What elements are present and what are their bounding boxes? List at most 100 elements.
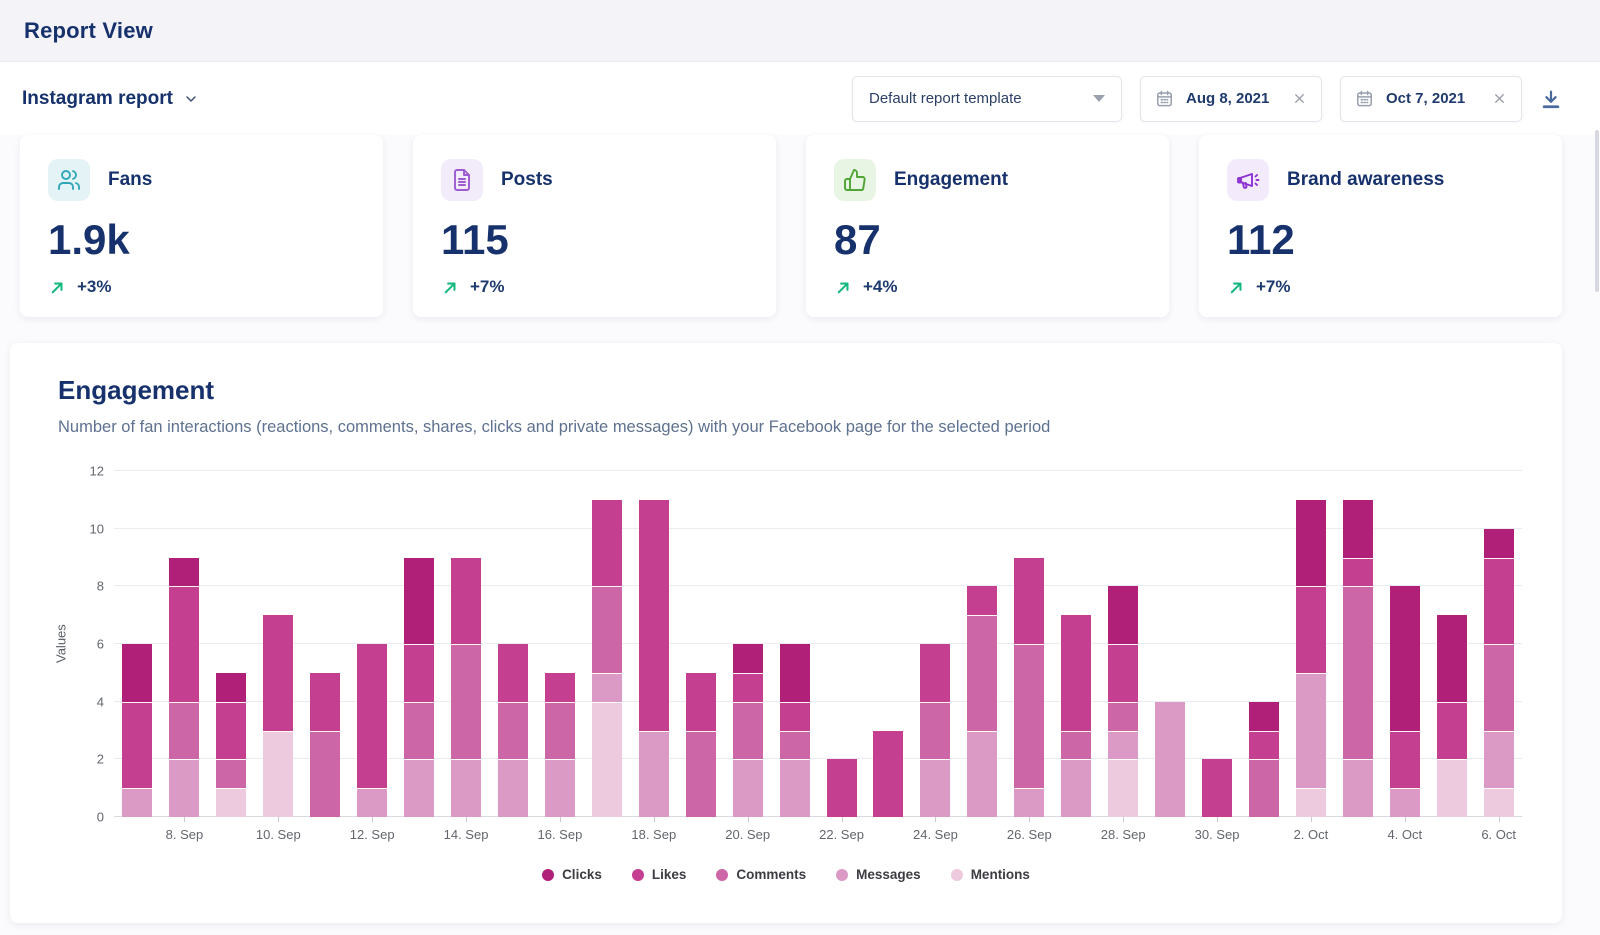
bar-segment-messages[interactable] xyxy=(498,759,528,817)
bar-12-sep[interactable] xyxy=(349,471,396,817)
bar-segment-clicks[interactable] xyxy=(122,644,152,702)
date-to-clear-button[interactable] xyxy=(1492,91,1507,106)
legend-item-mentions[interactable]: Mentions xyxy=(951,867,1030,882)
bar-segment-clicks[interactable] xyxy=(1296,500,1326,587)
bar-segment-messages[interactable] xyxy=(639,731,669,818)
bar-30-sep[interactable] xyxy=(1194,471,1241,817)
bar-segment-messages[interactable] xyxy=(592,673,622,702)
bar-28-sep[interactable] xyxy=(1100,471,1147,817)
bar-segment-messages[interactable] xyxy=(967,731,997,818)
bar-segment-comments[interactable] xyxy=(1343,586,1373,759)
bar-segment-likes[interactable] xyxy=(639,500,669,731)
bar-segment-likes[interactable] xyxy=(733,673,763,702)
legend-item-likes[interactable]: Likes xyxy=(632,867,687,882)
bar-segment-comments[interactable] xyxy=(780,731,810,760)
bar-14-sep[interactable] xyxy=(443,471,490,817)
bar-segment-mentions[interactable] xyxy=(1437,759,1467,817)
bar-segment-likes[interactable] xyxy=(1296,586,1326,673)
bar-segment-likes[interactable] xyxy=(1249,731,1279,760)
bar-segment-comments[interactable] xyxy=(498,702,528,760)
bar-segment-comments[interactable] xyxy=(1061,731,1091,760)
bar-segment-comments[interactable] xyxy=(310,731,340,818)
bar-segment-clicks[interactable] xyxy=(1343,500,1373,558)
bar-segment-clicks[interactable] xyxy=(404,558,434,645)
bar-segment-messages[interactable] xyxy=(545,759,575,817)
bar-segment-clicks[interactable] xyxy=(1249,702,1279,731)
bar-segment-messages[interactable] xyxy=(1296,673,1326,788)
bar-segment-comments[interactable] xyxy=(920,702,950,760)
download-report-button[interactable] xyxy=(1540,88,1562,110)
bar-segment-comments[interactable] xyxy=(967,615,997,730)
bar-segment-comments[interactable] xyxy=(1484,644,1514,731)
bar-segment-likes[interactable] xyxy=(216,702,246,760)
date-from-picker[interactable]: Aug 8, 2021 xyxy=(1140,76,1322,122)
bar-segment-messages[interactable] xyxy=(1014,788,1044,817)
scrollbar-thumb[interactable] xyxy=(1595,130,1599,292)
bar-22-sep[interactable] xyxy=(818,471,865,817)
bar-segment-likes[interactable] xyxy=(967,586,997,615)
bar-segment-likes[interactable] xyxy=(169,586,199,701)
bar-segment-mentions[interactable] xyxy=(1296,788,1326,817)
bar-segment-mentions[interactable] xyxy=(592,702,622,817)
bar-segment-mentions[interactable] xyxy=(263,731,293,818)
bar-segment-likes[interactable] xyxy=(1061,615,1091,730)
bar-24-sep[interactable] xyxy=(912,471,959,817)
bar-segment-clicks[interactable] xyxy=(733,644,763,673)
bar-segment-likes[interactable] xyxy=(451,558,481,645)
bar-segment-likes[interactable] xyxy=(1108,644,1138,702)
bar-segment-mentions[interactable] xyxy=(1484,788,1514,817)
bar-13-sep[interactable] xyxy=(396,471,443,817)
bar-segment-comments[interactable] xyxy=(1014,644,1044,788)
bar-21-sep[interactable] xyxy=(771,471,818,817)
bar-10-sep[interactable] xyxy=(255,471,302,817)
bar-5-oct[interactable] xyxy=(1428,471,1475,817)
bar-18-sep[interactable] xyxy=(630,471,677,817)
bar-segment-likes[interactable] xyxy=(357,644,387,788)
bar-8-sep[interactable] xyxy=(161,471,208,817)
bar-segment-comments[interactable] xyxy=(216,759,246,788)
bar-segment-likes[interactable] xyxy=(592,500,622,587)
bar-20-sep[interactable] xyxy=(724,471,771,817)
legend-item-comments[interactable]: Comments xyxy=(716,867,806,882)
bar-segment-likes[interactable] xyxy=(1484,558,1514,645)
bar-11-sep[interactable] xyxy=(302,471,349,817)
scrollbar-track[interactable] xyxy=(1594,62,1600,935)
legend-item-messages[interactable]: Messages xyxy=(836,867,921,882)
bar-segment-mentions[interactable] xyxy=(216,788,246,817)
bar-15-sep[interactable] xyxy=(490,471,537,817)
bar-9-sep[interactable] xyxy=(208,471,255,817)
bar-segment-messages[interactable] xyxy=(1061,759,1091,817)
date-to-picker[interactable]: Oct 7, 2021 xyxy=(1340,76,1522,122)
bar-segment-messages[interactable] xyxy=(404,759,434,817)
bar-16-sep[interactable] xyxy=(536,471,583,817)
bar-segment-likes[interactable] xyxy=(1202,759,1232,817)
bar-26-sep[interactable] xyxy=(1006,471,1053,817)
bar-segment-likes[interactable] xyxy=(122,702,152,789)
bar-segment-likes[interactable] xyxy=(1014,558,1044,645)
bar-segment-comments[interactable] xyxy=(1108,702,1138,731)
bar-17-sep[interactable] xyxy=(583,471,630,817)
bar-segment-messages[interactable] xyxy=(1484,731,1514,789)
bar-segment-clicks[interactable] xyxy=(780,644,810,702)
bar-segment-comments[interactable] xyxy=(686,731,716,818)
bar-segment-comments[interactable] xyxy=(1249,759,1279,817)
bar-segment-messages[interactable] xyxy=(1390,788,1420,817)
bar-segment-likes[interactable] xyxy=(310,673,340,731)
legend-item-clicks[interactable]: Clicks xyxy=(542,867,602,882)
bar-27-sep[interactable] xyxy=(1053,471,1100,817)
date-from-clear-button[interactable] xyxy=(1292,91,1307,106)
bar-segment-likes[interactable] xyxy=(873,731,903,818)
bar-segment-messages[interactable] xyxy=(451,759,481,817)
bar-segment-messages[interactable] xyxy=(1108,731,1138,760)
bar-7-sep[interactable] xyxy=(114,471,161,817)
bar-4-oct[interactable] xyxy=(1381,471,1428,817)
bar-segment-clicks[interactable] xyxy=(1108,586,1138,644)
bar-2-oct[interactable] xyxy=(1287,471,1334,817)
bar-segment-messages[interactable] xyxy=(920,759,950,817)
bar-segment-messages[interactable] xyxy=(169,759,199,817)
bar-segment-messages[interactable] xyxy=(122,788,152,817)
bar-segment-comments[interactable] xyxy=(733,702,763,760)
bar-segment-likes[interactable] xyxy=(404,644,434,702)
bar-segment-comments[interactable] xyxy=(169,702,199,760)
bar-segment-comments[interactable] xyxy=(545,702,575,760)
